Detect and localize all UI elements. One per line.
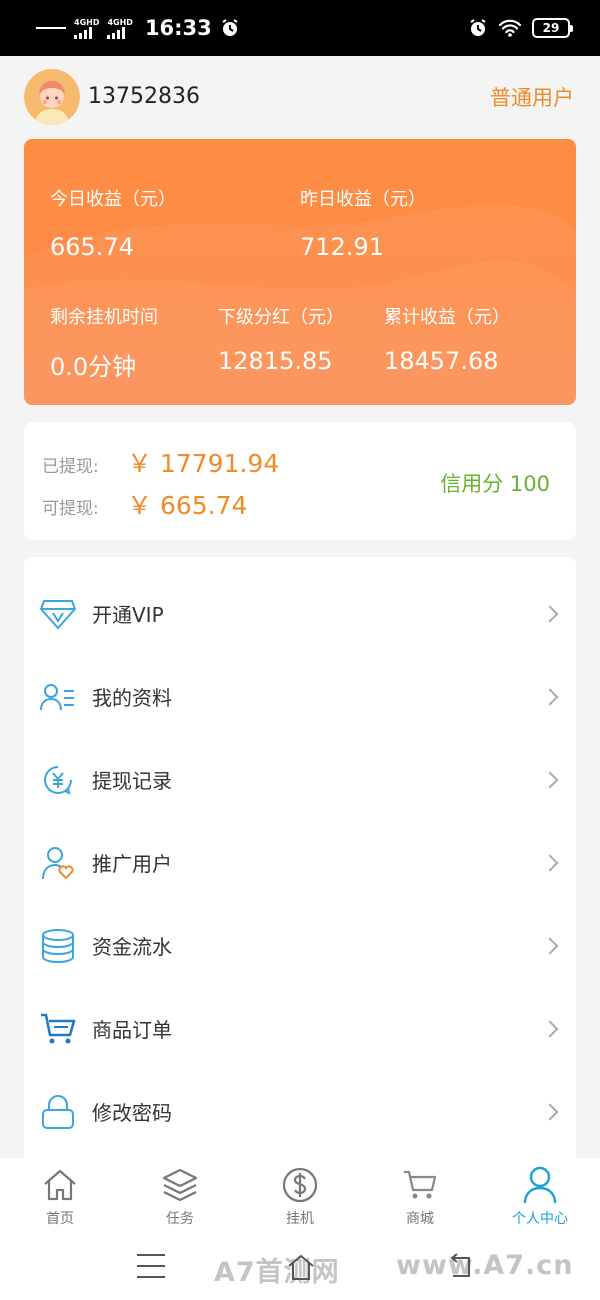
menu-item-withdraw-records[interactable]: 提现记录: [24, 738, 576, 821]
chevron-right-icon: [541, 605, 559, 622]
remaining-time-value: 0.0分钟: [50, 353, 137, 381]
today-earnings-value: 665.74: [50, 233, 134, 261]
alarm-icon: [470, 19, 486, 36]
available-value: ￥ 665.74: [127, 491, 248, 520]
today-earnings-label: 今日收益（元）: [50, 189, 176, 210]
earnings-card: 今日收益（元） 665.74 昨日收益（元） 712.91 剩余挂机时间 0.0…: [24, 139, 576, 405]
signal-2-label: 4GHD: [107, 17, 133, 27]
menu-list: 开通VIP 我的资料 提现记录 推广用户 资金流水 商品订单 修改密码: [24, 557, 576, 1167]
layers-icon: [161, 1166, 199, 1204]
yesterday-earnings: 昨日收益（元） 712.91: [300, 185, 426, 261]
lock-icon: [38, 1092, 78, 1132]
nav-back-icon[interactable]: [444, 1252, 474, 1282]
tab-label: 首页: [46, 1211, 74, 1227]
tab-shop[interactable]: 商城: [360, 1158, 480, 1236]
yesterday-earnings-label: 昨日收益（元）: [300, 189, 426, 210]
menu-label: 推广用户: [92, 852, 172, 876]
tab-home[interactable]: 首页: [0, 1158, 120, 1236]
person-icon: [521, 1166, 559, 1204]
sub-bonus-value: 12815.85: [218, 347, 333, 375]
alarm-icon: [222, 19, 238, 36]
menu-item-vip[interactable]: 开通VIP: [24, 572, 576, 655]
diamond-vip-icon: [38, 594, 78, 634]
menu-label: 开通VIP: [92, 603, 164, 627]
battery-level: 29: [542, 21, 560, 35]
today-earnings: 今日收益（元） 665.74: [50, 185, 176, 261]
watermark-left: A7首测网: [214, 1257, 340, 1288]
signal-bars-icon: [74, 26, 92, 39]
menu-label: 我的资料: [92, 686, 172, 710]
tab-hangup[interactable]: 挂机: [240, 1158, 360, 1236]
user-level-badge: 普通用户: [490, 86, 574, 110]
chevron-right-icon: [541, 1103, 559, 1120]
profile-header: 13752836 普通用户: [0, 56, 600, 138]
tab-label: 商城: [406, 1211, 434, 1227]
watermark-right: www.A7.cn: [396, 1250, 574, 1281]
chevron-right-icon: [541, 854, 559, 871]
username: 13752836: [88, 84, 200, 109]
signal-1-label: 4GHD: [74, 17, 100, 27]
menu-label: 修改密码: [92, 1101, 172, 1125]
tab-label: 个人中心: [512, 1211, 568, 1227]
user-profile-icon: [38, 677, 78, 717]
total-earnings: 累计收益（元） 18457.68: [384, 303, 510, 375]
chevron-right-icon: [541, 1020, 559, 1037]
cart-icon: [38, 1009, 78, 1049]
tab-profile[interactable]: 个人中心: [480, 1158, 600, 1236]
home-icon: [41, 1166, 79, 1204]
menu-label: 资金流水: [92, 935, 172, 959]
tab-label: 任务: [166, 1211, 194, 1227]
withdrawn-row: 已提现: ￥ 17791.94: [42, 444, 279, 480]
menu-item-profile[interactable]: 我的资料: [24, 655, 576, 738]
available-label: 可提现:: [42, 499, 99, 519]
menu-item-promote[interactable]: 推广用户: [24, 821, 576, 904]
nav-home-icon[interactable]: [286, 1252, 316, 1282]
chevron-right-icon: [541, 688, 559, 705]
remaining-time-label: 剩余挂机时间: [50, 307, 158, 328]
menu-item-change-password[interactable]: 修改密码: [24, 1070, 576, 1153]
avatar[interactable]: [24, 69, 80, 125]
withdrawn-label: 已提现:: [42, 457, 99, 477]
menu-label: 商品订单: [92, 1018, 172, 1042]
shop-cart-icon: [401, 1166, 439, 1204]
credit-score: 信用分 100: [440, 472, 550, 496]
signal-1: 4GHD: [74, 18, 99, 39]
status-time: 16:33: [144, 16, 212, 40]
bottom-tab-bar: 首页 任务 挂机 商城 个人中心: [0, 1158, 600, 1236]
user-heart-icon: [38, 843, 78, 883]
sub-bonus-label: 下级分红（元）: [218, 307, 344, 328]
battery-icon: 29: [532, 18, 573, 38]
available-row: 可提现: ￥ 665.74: [42, 486, 247, 522]
menu-label: 提现记录: [92, 769, 172, 793]
total-earnings-value: 18457.68: [384, 347, 499, 375]
withdrawn-value: ￥ 17791.94: [127, 449, 280, 478]
wifi-icon: [498, 19, 522, 37]
signal-2: 4GHD: [107, 17, 133, 39]
coin-stack-icon: [38, 926, 78, 966]
withdraw-card: 已提现: ￥ 17791.94 可提现: ￥ 665.74 信用分 100: [24, 422, 576, 540]
menu-item-orders[interactable]: 商品订单: [24, 987, 576, 1070]
menu-item-cash-flow[interactable]: 资金流水: [24, 904, 576, 987]
sub-bonus: 下级分红（元） 12815.85: [218, 303, 344, 375]
chevron-right-icon: [541, 771, 559, 788]
status-bar: 4GHD 4GHD 16:33 29: [0, 0, 600, 56]
yesterday-earnings-value: 712.91: [300, 233, 384, 261]
chevron-right-icon: [541, 937, 559, 954]
total-earnings-label: 累计收益（元）: [384, 307, 510, 328]
tab-tasks[interactable]: 任务: [120, 1158, 240, 1236]
remaining-time: 剩余挂机时间 0.0分钟: [50, 303, 158, 382]
dollar-icon: [281, 1166, 319, 1204]
recent-apps-button[interactable]: [137, 1254, 165, 1287]
notification-dash: [36, 27, 66, 29]
system-nav-bar: A7首测网 www.A7.cn: [0, 1236, 600, 1300]
tab-label: 挂机: [286, 1211, 314, 1227]
signal-bars-icon: [107, 26, 126, 39]
yuan-record-icon: [38, 760, 78, 800]
